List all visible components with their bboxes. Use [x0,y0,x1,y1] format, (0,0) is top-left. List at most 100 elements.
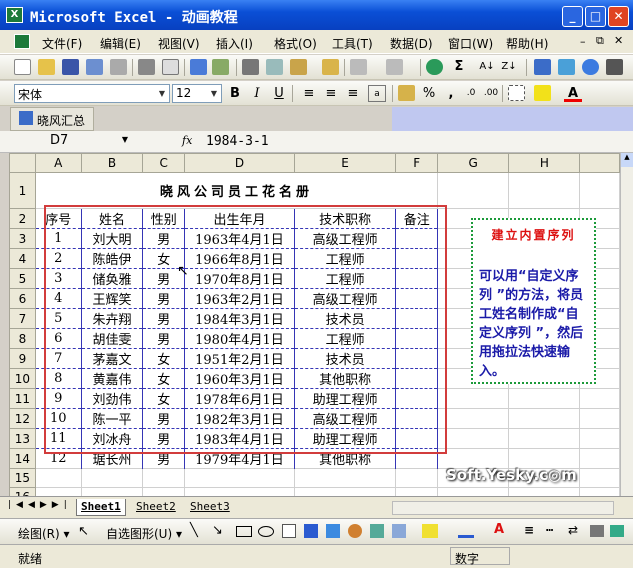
data-cell[interactable]: 3 [34,268,82,289]
row-header[interactable]: 4 [9,248,36,269]
column-header-C[interactable]: C [142,153,186,173]
cell[interactable] [579,408,620,429]
font-color-draw-icon[interactable]: A [494,522,504,537]
undo-icon[interactable] [350,59,367,75]
cell[interactable] [293,468,397,488]
header-cell[interactable]: 技术职称 [293,208,397,229]
data-cell[interactable]: 储奂雅 [80,268,144,289]
cell[interactable] [508,408,581,429]
comma-icon[interactable]: , [442,85,460,102]
header-cell[interactable]: 出生年月 [184,208,295,229]
doc-close-icon[interactable]: ✕ [614,34,623,47]
data-cell[interactable]: 其他职称 [293,448,397,469]
vertical-scrollbar[interactable]: ▲ [620,153,633,496]
data-cell[interactable]: 1983年4月1日 [184,428,295,449]
data-cell[interactable]: 1982年3月1日 [184,408,295,429]
line-style-icon[interactable]: ≡ [524,523,534,537]
close-button[interactable]: ✕ [608,6,629,27]
autoshapes-button[interactable]: 自选图形(U) ▾ [106,525,182,542]
data-cell[interactable] [395,348,439,369]
research-icon[interactable] [212,59,229,75]
row-header[interactable]: 15 [9,468,36,488]
permission-icon[interactable] [86,59,103,75]
data-cell[interactable]: 高级工程师 [293,408,397,429]
data-cell[interactable] [395,388,439,409]
line-color-icon[interactable] [458,524,474,538]
row-header[interactable]: 2 [9,208,36,229]
header-cell[interactable]: 姓名 [80,208,144,229]
menu-help[interactable]: 帮助(H) [506,35,548,52]
doc-restore-icon[interactable]: ⧉ [596,34,604,48]
select-objects-icon[interactable]: ↖ [78,524,89,539]
row-header[interactable]: 1 [9,172,36,209]
sheet-title[interactable]: 晓风公司员工花名册 [34,172,439,209]
save-icon[interactable] [62,59,79,75]
spelling-icon[interactable] [190,59,207,75]
data-cell[interactable]: 男 [142,408,186,429]
currency-icon[interactable] [398,85,415,101]
menu-insert[interactable]: 插入(I) [216,35,253,52]
data-cell[interactable]: 男 [142,308,186,329]
data-cell[interactable]: 2 [34,248,82,269]
chart-wizard-icon[interactable] [534,59,551,75]
data-cell[interactable]: 刘冰舟 [80,428,144,449]
row-header[interactable]: 8 [9,328,36,349]
data-cell[interactable] [395,408,439,429]
data-cell[interactable]: 1970年8月1日 [184,268,295,289]
data-cell[interactable]: 1984年3月1日 [184,308,295,329]
cell[interactable] [142,468,186,488]
row-header[interactable]: 12 [9,408,36,429]
data-cell[interactable]: 女 [142,388,186,409]
menu-format[interactable]: 格式(O) [274,35,317,52]
data-cell[interactable]: 男 [142,328,186,349]
line-icon[interactable]: ╲ [190,523,198,538]
column-header-F[interactable]: F [395,153,439,173]
3d-icon[interactable] [610,525,624,537]
chevron-down-icon[interactable]: ▼ [156,86,168,101]
worksheet-grid[interactable]: A B C D E F G H 1 晓风公司员工花名册 2 序号 姓名 性别 出生年月 技术职称 备注 3 1 刘大明… [9,153,620,496]
autosum-icon[interactable]: Σ [450,58,468,75]
paste-icon[interactable] [290,59,307,75]
data-cell[interactable]: 12 [34,448,82,469]
menu-view[interactable]: 视图(V) [158,35,200,52]
name-box[interactable]: D7 ▼ [10,133,132,150]
data-cell[interactable]: 1963年2月1日 [184,288,295,309]
tab-sheet2[interactable]: Sheet2 [132,499,180,516]
format-painter-icon[interactable] [322,59,339,75]
menu-tools[interactable]: 工具(T) [332,35,373,52]
cell[interactable] [80,487,144,496]
data-cell[interactable]: 工程师 [293,328,397,349]
menu-file[interactable]: 文件(F) [42,35,82,52]
data-cell[interactable]: 1979年4月1日 [184,448,295,469]
row-header[interactable]: 9 [9,348,36,369]
cell[interactable] [579,468,620,488]
data-cell[interactable]: 黄嘉伟 [80,368,144,389]
print-icon[interactable] [138,59,155,75]
align-center-icon[interactable]: ≡ [322,85,340,102]
textbox-icon[interactable] [282,524,296,538]
cell[interactable] [395,468,439,488]
decrease-decimal-icon[interactable]: .00 [482,85,500,102]
cell[interactable] [579,487,620,496]
cell[interactable] [34,468,82,488]
cell[interactable] [437,408,510,429]
bold-button[interactable]: B [226,85,244,102]
data-cell[interactable] [395,448,439,469]
underline-button[interactable]: U [270,85,288,102]
data-cell[interactable]: 6 [34,328,82,349]
arrow-icon[interactable]: ↘ [212,523,223,538]
cell[interactable] [579,448,620,469]
arrow-style-icon[interactable]: ⇄ [568,523,578,537]
shadow-icon[interactable] [590,525,604,537]
row-header[interactable]: 7 [9,308,36,329]
data-cell[interactable]: 琚长州 [80,448,144,469]
drawing-icon[interactable] [558,59,575,75]
cell[interactable] [579,428,620,449]
row-header[interactable]: 6 [9,288,36,309]
diagram-icon[interactable] [348,524,362,538]
increase-decimal-icon[interactable]: .0 [462,85,480,102]
column-header-G[interactable]: G [437,153,510,173]
cell[interactable] [508,388,581,409]
data-cell[interactable] [395,228,439,249]
vertical-textbox-icon[interactable] [304,524,318,538]
